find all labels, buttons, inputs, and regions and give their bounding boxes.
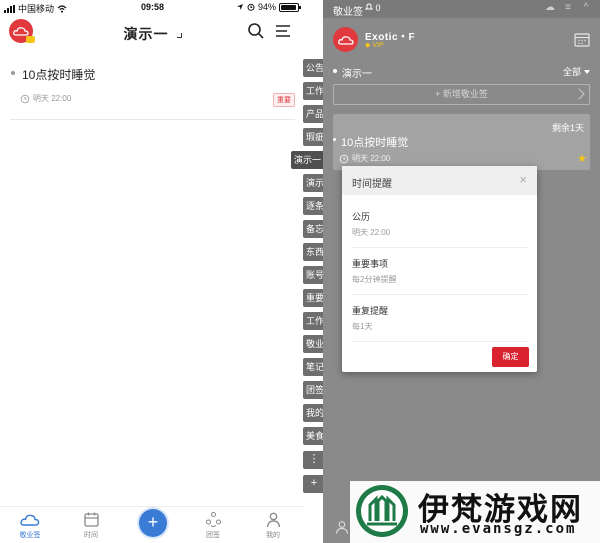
side-tab[interactable]: 敬业 [303,335,325,353]
note-card[interactable]: 剩余1天 10点按时睡觉 明天 22:00 ★ [333,114,590,170]
side-tab[interactable]: 东西 [303,243,325,261]
new-note-button[interactable]: + 新增敬业签 [333,84,590,105]
note-title: 10点按时睡觉 [341,137,409,149]
side-tab[interactable]: 公告 [303,59,325,77]
close-icon[interactable]: × [519,172,527,187]
star-icon[interactable]: ★ [577,152,587,165]
bullet-dot [333,69,337,73]
location-icon [236,4,243,10]
tab-team[interactable]: 团签 [193,511,233,540]
folder-side-tabs: 公告 工作 产品 瑕疵 演示一 演示 逐条 备忘 东西 账号 重要 工作 敬业 … [291,56,325,496]
calendar-icon[interactable] [574,32,590,47]
watermark: 伊梵游戏网 www.evansgz.com [350,481,600,543]
dialog-header: 时间提醒 × [342,166,537,195]
status-bar: 中国移动 09:58 94% [0,0,305,14]
app-logo[interactable] [333,27,358,52]
filter-dropdown[interactable]: 全部 [563,65,590,78]
window-title: 敬业签 [333,7,363,18]
site-logo-seal [356,485,408,537]
add-note-button[interactable]: + [139,509,167,537]
bottom-tab-bar: 敬业签 时间 + 团签 我的 [0,506,305,543]
tab-notes[interactable]: 敬业签 [10,511,50,540]
remaining-days: 剩余1天 [551,123,584,133]
side-tab-active[interactable]: 演示一 [291,151,325,169]
side-tab[interactable]: 备忘 [303,220,325,238]
battery-percent: 94% [257,2,276,12]
collapse-icon[interactable]: ^ [580,2,592,14]
note-due: 明天 22:00 [339,153,390,164]
message-count-badge[interactable]: 0 [364,3,381,13]
side-tab[interactable]: 团签 [303,381,325,399]
watermark-url: www.evansgz.com [420,521,577,537]
alarm-icon [247,3,255,11]
note-list-item[interactable]: 10点按时睡觉 明天 22:00 重要 [10,60,295,120]
battery-icon [279,2,301,12]
vip-badge: ◆ VIP [365,42,384,49]
side-tab[interactable]: 逐条 [303,197,325,215]
side-tab[interactable]: 美食 [303,427,325,445]
reminder-option-repeat[interactable]: 重复提醒 每1天 [352,295,529,342]
side-tab[interactable]: 工作 [303,82,325,100]
search-icon[interactable] [247,22,265,40]
cloud-note-icon [20,514,40,526]
bell-icon [364,3,374,10]
chevron-down-icon [176,33,182,38]
user-header: Exotic・F ◆ VIP [323,18,600,60]
team-icon [205,512,221,527]
window-menu-icon[interactable]: ≡ [562,2,574,14]
tab-time[interactable]: 时间 [71,511,111,540]
folder-name: 演示一 [342,69,372,80]
window-titlebar[interactable]: 敬业签 0 ☁ ≡ ^ [323,0,600,18]
cloud-logo-icon [337,35,354,45]
side-tab[interactable]: 产品 [303,105,325,123]
screenshot-root: 中国移动 09:58 94% 演示一 10点按时睡觉 明天 22:00 重要 敬… [0,0,600,543]
reminder-option-important[interactable]: 重要事项 每2分钟提醒 [352,248,529,295]
side-tab[interactable]: 笔记 [303,358,325,376]
add-folder-button[interactable]: + [303,475,325,493]
reminder-clock-icon [20,94,30,103]
folder-row: 演示一 全部 [333,64,590,80]
side-tab[interactable]: 我的 [303,404,325,422]
tab-mine[interactable]: 我的 [253,511,293,540]
user-icon [266,512,280,528]
reminder-option-calendar[interactable]: 公历 明天 22:00 [352,201,529,248]
expand-icon[interactable] [573,88,585,100]
more-tabs-button[interactable]: ⋮ [303,451,325,469]
side-tab[interactable]: 演示 [303,174,325,192]
diamond-icon: ◆ [365,42,371,49]
menu-icon[interactable] [275,23,291,39]
dialog-title: 时间提醒 [352,179,392,190]
mobile-app: 中国移动 09:58 94% 演示一 10点按时睡觉 明天 22:00 重要 敬… [0,0,305,543]
calendar-icon [83,512,99,527]
reminder-dialog: 时间提醒 × 公历 明天 22:00 重要事项 每2分钟提醒 重复提醒 每1天 … [342,166,537,372]
top-bar: 演示一 [0,14,305,50]
confirm-button[interactable]: 确定 [492,347,529,367]
side-tab[interactable]: 瑕疵 [303,128,325,146]
note-title: 10点按时睡觉 [22,68,96,82]
reminder-clock-icon [339,154,349,163]
note-due: 明天 22:00 [20,93,71,104]
bullet-dot [333,138,336,141]
plus-icon: + [147,512,159,532]
side-tab[interactable]: 账号 [303,266,325,284]
bullet-dot [11,71,15,75]
side-tab[interactable]: 工作 [303,312,325,330]
caret-down-icon [584,70,590,74]
cloud-sync-icon[interactable]: ☁ [544,2,556,14]
side-tab[interactable]: 重要 [303,289,325,307]
user-icon[interactable] [335,520,349,534]
